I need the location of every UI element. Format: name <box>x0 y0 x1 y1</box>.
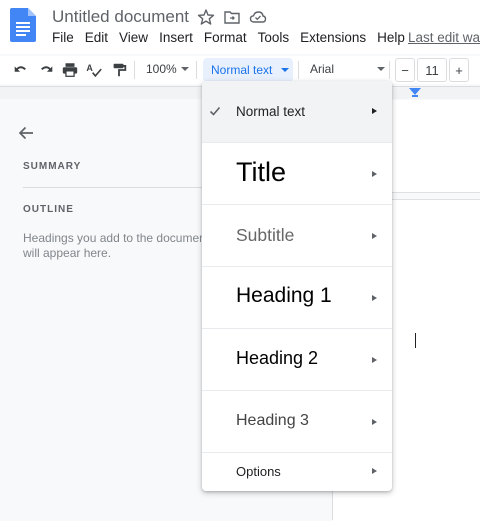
menu-help[interactable]: Help <box>377 30 411 48</box>
paragraph-style-select[interactable]: Normal text <box>203 58 293 82</box>
outline-divider <box>23 187 213 188</box>
menu-item-normal-text[interactable]: Normal text <box>202 81 392 143</box>
paint-format-icon[interactable] <box>109 60 129 80</box>
menu-insert[interactable]: Insert <box>159 30 199 48</box>
chevron-down-icon <box>377 67 385 71</box>
app-header: Untitled document File Edit View Insert … <box>0 0 480 54</box>
menu-edit[interactable]: Edit <box>85 30 114 48</box>
menu-view[interactable]: View <box>119 30 154 48</box>
undo-icon[interactable] <box>11 60 31 80</box>
submenu-arrow-icon <box>372 295 377 301</box>
toolbar-separator <box>134 61 135 79</box>
menu-item-heading-2[interactable]: Heading 2 <box>202 329 392 391</box>
toolbar-separator <box>389 61 390 79</box>
paragraph-style-menu: Normal text Title Subtitle Heading 1 Hea… <box>202 81 392 491</box>
outline-placeholder: Headings you add to the document will ap… <box>23 231 210 260</box>
menu-item-options[interactable]: Options <box>202 453 392 491</box>
menu-item-label: Title <box>236 157 287 187</box>
submenu-arrow-icon <box>372 171 377 177</box>
last-edit-link[interactable]: Last edit was <box>408 30 480 45</box>
menu-file[interactable]: File <box>52 30 80 48</box>
chevron-down-icon <box>281 68 289 72</box>
submenu-arrow-icon <box>372 108 377 114</box>
font-select[interactable]: Arial <box>310 62 334 76</box>
menu-item-title[interactable]: Title <box>202 143 392 205</box>
indent-marker-icon[interactable] <box>409 88 421 95</box>
outline-heading: OUTLINE <box>23 204 74 215</box>
submenu-arrow-icon <box>372 233 377 239</box>
menu-format[interactable]: Format <box>204 30 253 48</box>
submenu-arrow-icon <box>372 357 377 363</box>
submenu-arrow-icon <box>372 419 377 425</box>
increase-font-size-button[interactable]: + <box>449 58 469 82</box>
font-size-input[interactable]: 11 <box>417 58 447 82</box>
submenu-arrow-icon <box>372 468 377 474</box>
chevron-down-icon <box>181 67 189 71</box>
back-arrow-icon[interactable] <box>16 123 36 143</box>
menu-item-label: Subtitle <box>236 225 295 245</box>
print-icon[interactable] <box>60 60 80 80</box>
menu-item-label: Normal text <box>236 104 306 119</box>
indent-marker-bar <box>412 95 418 97</box>
menu-bar: File Edit View Insert Format Tools Exten… <box>52 30 416 48</box>
menu-item-heading-3[interactable]: Heading 3 <box>202 391 392 453</box>
spellcheck-icon[interactable]: A <box>84 60 104 80</box>
menu-item-label: Options <box>236 464 281 479</box>
title-row: Untitled document <box>52 6 267 28</box>
decrease-font-size-button[interactable]: − <box>395 58 415 82</box>
menu-item-subtitle[interactable]: Subtitle <box>202 205 392 267</box>
menu-item-label: Heading 1 <box>236 284 332 307</box>
checkmark-icon <box>209 106 221 116</box>
toolbar-separator <box>298 61 299 79</box>
cloud-saved-icon[interactable] <box>249 8 267 26</box>
document-title[interactable]: Untitled document <box>52 7 189 27</box>
summary-heading: SUMMARY <box>23 161 82 172</box>
paragraph-style-value: Normal text <box>211 63 273 77</box>
menu-item-heading-1[interactable]: Heading 1 <box>202 267 392 329</box>
toolbar-separator <box>196 61 197 79</box>
menu-tools[interactable]: Tools <box>258 30 296 48</box>
move-folder-icon[interactable] <box>223 8 241 26</box>
menu-extensions[interactable]: Extensions <box>300 30 372 48</box>
menu-item-label: Heading 2 <box>236 348 319 368</box>
svg-text:A: A <box>86 63 93 73</box>
text-cursor <box>415 333 416 348</box>
toolbar: A 100% Normal text Arial − 11 + <box>0 56 480 84</box>
redo-icon[interactable] <box>36 60 56 80</box>
menu-item-label: Heading 3 <box>236 412 309 429</box>
zoom-select[interactable]: 100% <box>146 62 177 76</box>
star-icon[interactable] <box>197 8 215 26</box>
docs-logo-icon[interactable] <box>10 8 36 42</box>
